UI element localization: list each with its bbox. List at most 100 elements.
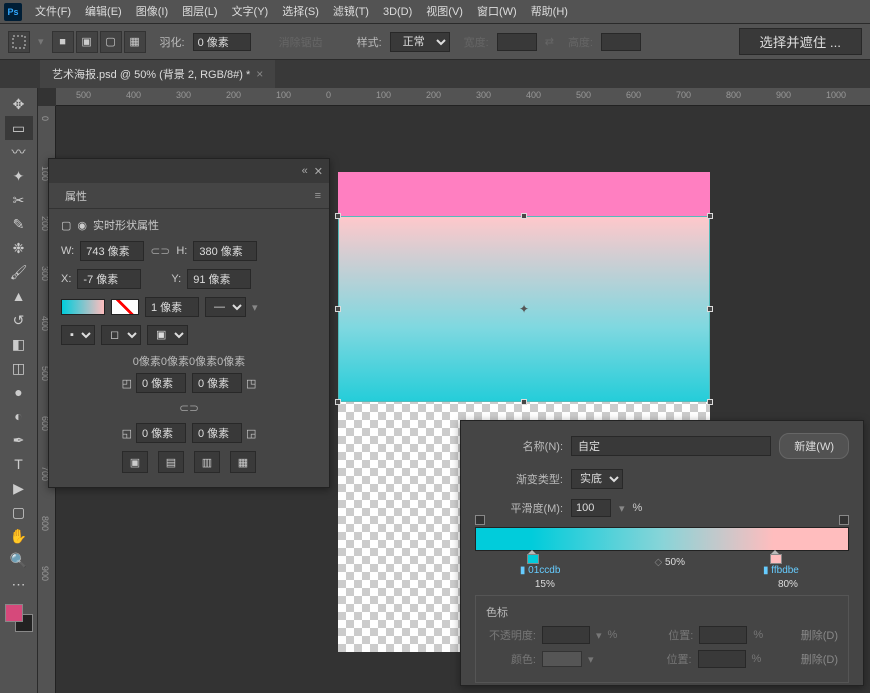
stop-color-swatch[interactable] <box>542 651 582 667</box>
foreground-color-icon[interactable] <box>5 604 23 622</box>
menu-edit[interactable]: 编辑(E) <box>78 0 129 24</box>
transform-handle[interactable] <box>521 399 527 405</box>
position-label: 位置: <box>643 627 693 643</box>
path-op-unite-icon[interactable]: ▣ <box>122 451 148 473</box>
style-select[interactable]: 正常 <box>390 32 450 52</box>
properties-subtitle: 实时形状属性 <box>93 217 159 233</box>
gradient-name-field[interactable] <box>571 436 771 456</box>
eraser-tool-icon[interactable]: ◧ <box>5 332 33 356</box>
document-tab[interactable]: 艺术海报.psd @ 50% (背景 2, RGB/8#) * × <box>40 60 275 88</box>
stamp-tool-icon[interactable]: ▲ <box>5 284 33 308</box>
menu-file[interactable]: 文件(F) <box>28 0 78 24</box>
type-tool-icon[interactable]: T <box>5 452 33 476</box>
transform-handle[interactable] <box>707 306 713 312</box>
crop-tool-icon[interactable]: ✂ <box>5 188 33 212</box>
y-field[interactable] <box>187 269 251 289</box>
fill-swatch[interactable] <box>61 299 105 315</box>
dodge-tool-icon[interactable]: ◐ <box>5 404 33 428</box>
gradient-tool-icon[interactable]: ◫ <box>5 356 33 380</box>
height-field[interactable] <box>193 241 257 261</box>
path-op-subtract-icon[interactable]: ▤ <box>158 451 184 473</box>
lasso-tool-icon[interactable]: 〰 <box>5 140 33 164</box>
transform-handle[interactable] <box>335 399 341 405</box>
menu-window[interactable]: 窗口(W) <box>470 0 524 24</box>
feather-label: 羽化: <box>160 34 185 50</box>
color-swatches[interactable] <box>5 604 33 632</box>
opacity-stop-right[interactable] <box>839 515 849 525</box>
rectangle-shape-tool-icon[interactable]: ▢ <box>5 500 33 524</box>
menu-image[interactable]: 图像(I) <box>129 0 175 24</box>
smoothness-field[interactable] <box>571 499 611 517</box>
transform-handle[interactable] <box>707 213 713 219</box>
marquee-tool-icon[interactable] <box>8 31 30 53</box>
select-and-mask-button[interactable]: 选择并遮住 ... <box>739 28 862 55</box>
subtract-selection-icon[interactable]: ▢ <box>100 31 122 53</box>
stroke-swatch[interactable] <box>111 299 139 315</box>
eyedropper-tool-icon[interactable]: ✎ <box>5 212 33 236</box>
blur-tool-icon[interactable]: ● <box>5 380 33 404</box>
color-stop-2[interactable] <box>770 551 780 563</box>
menu-help[interactable]: 帮助(H) <box>524 0 575 24</box>
selected-gradient-shape[interactable]: ✦ <box>338 216 710 402</box>
pen-tool-icon[interactable]: ✒ <box>5 428 33 452</box>
corner-br-icon: ◲ <box>246 427 256 440</box>
corner-tl-field[interactable] <box>136 373 186 393</box>
stop-position-field <box>699 626 747 644</box>
magic-wand-tool-icon[interactable]: ✦ <box>5 164 33 188</box>
new-gradient-button[interactable]: 新建(W) <box>779 433 849 459</box>
path-op-exclude-icon[interactable]: ▦ <box>230 451 256 473</box>
new-selection-icon[interactable]: ■ <box>52 31 74 53</box>
brush-tool-icon[interactable]: 🖌 <box>5 260 33 284</box>
menu-layer[interactable]: 图层(L) <box>175 0 224 24</box>
corner-tr-field[interactable] <box>192 373 242 393</box>
path-selection-tool-icon[interactable]: ▶ <box>5 476 33 500</box>
height-label: 高度: <box>568 34 593 50</box>
menu-select[interactable]: 选择(S) <box>275 0 326 24</box>
corner-bl-field[interactable] <box>136 423 186 443</box>
move-tool-icon[interactable]: ✥ <box>5 92 33 116</box>
hand-tool-icon[interactable]: ✋ <box>5 524 33 548</box>
corner-br-field[interactable] <box>192 423 242 443</box>
opacity-stop-left[interactable] <box>475 515 485 525</box>
transform-handle[interactable] <box>707 399 713 405</box>
cap-select[interactable]: ▪ <box>61 325 95 345</box>
link-wh-icon[interactable]: ⊂⊃ <box>150 244 170 258</box>
add-selection-icon[interactable]: ▣ <box>76 31 98 53</box>
panel-menu-icon[interactable]: ≡ <box>315 190 321 202</box>
color-stop-1[interactable] <box>527 551 537 563</box>
panel-close-icon[interactable]: ✕ <box>314 165 323 178</box>
gradient-bar[interactable]: ▮ 01ccdb 15% ◇ 50% ▮ ffbdbe 80% <box>475 527 849 551</box>
menu-type[interactable]: 文字(Y) <box>225 0 276 24</box>
rect-marquee-tool-icon[interactable]: ▭ <box>5 116 33 140</box>
transform-center-icon: ✦ <box>518 303 530 315</box>
x-field[interactable] <box>77 269 141 289</box>
zoom-tool-icon[interactable]: 🔍 <box>5 548 33 572</box>
stroke-style-select[interactable]: — <box>205 297 246 317</box>
menu-view[interactable]: 视图(V) <box>419 0 470 24</box>
feather-input[interactable] <box>193 33 251 51</box>
healing-tool-icon[interactable]: ❉ <box>5 236 33 260</box>
intersect-selection-icon[interactable]: ▦ <box>124 31 146 53</box>
collapse-icon[interactable]: « <box>302 165 308 177</box>
align-select[interactable]: ▣ <box>147 325 188 345</box>
stroke-width-field[interactable] <box>145 297 199 317</box>
more-tools-icon[interactable]: ⋯ <box>5 572 33 596</box>
path-op-intersect-icon[interactable]: ▥ <box>194 451 220 473</box>
width-field[interactable] <box>80 241 144 261</box>
delete-color-stop-button[interactable]: 删除(D) <box>801 651 838 667</box>
history-brush-tool-icon[interactable]: ↺ <box>5 308 33 332</box>
gradient-type-select[interactable]: 实底 <box>571 469 623 489</box>
menu-3d[interactable]: 3D(D) <box>376 0 419 24</box>
properties-tab[interactable]: 属性 <box>57 184 95 208</box>
corner-select[interactable]: ◻ <box>101 325 141 345</box>
h-label: H: <box>176 245 187 257</box>
transform-handle[interactable] <box>335 306 341 312</box>
delete-stop-button[interactable]: 删除(D) <box>801 627 838 643</box>
transform-handle[interactable] <box>335 213 341 219</box>
transform-handle[interactable] <box>521 213 527 219</box>
menu-filter[interactable]: 滤镜(T) <box>326 0 376 24</box>
mask-icon: ◉ <box>77 219 87 232</box>
link-corners-icon[interactable]: ⊂⊃ <box>179 401 199 415</box>
name-label: 名称(N): <box>475 438 563 454</box>
close-icon[interactable]: × <box>256 67 263 81</box>
